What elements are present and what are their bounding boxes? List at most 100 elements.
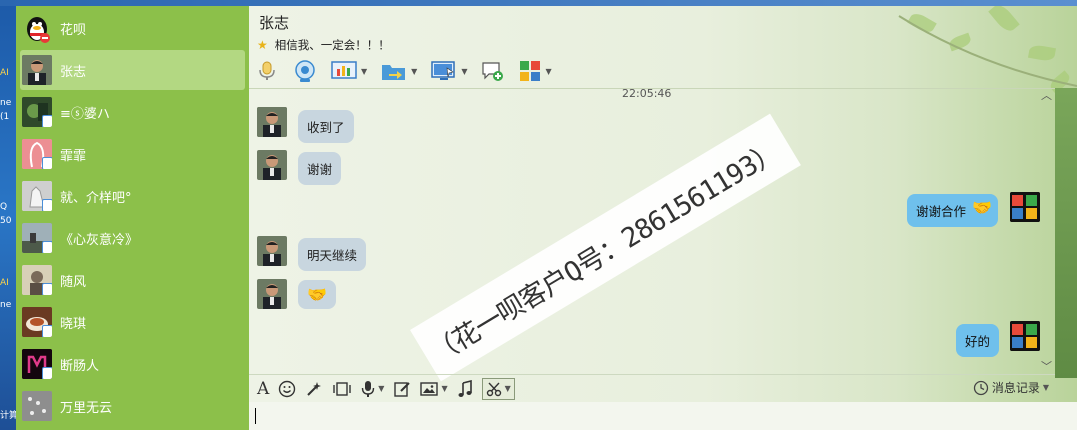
create-discussion-button[interactable] bbox=[481, 59, 505, 83]
signature-text: 相信我、一定会！！！ bbox=[274, 38, 390, 52]
shake-window-button[interactable] bbox=[332, 378, 352, 400]
contact-name: 张志 bbox=[60, 64, 87, 80]
emoji-message-bubble: 🤝 bbox=[298, 280, 336, 309]
sender-avatar[interactable] bbox=[257, 150, 287, 180]
avatar bbox=[22, 55, 52, 85]
avatar bbox=[22, 265, 52, 295]
mobile-status-icon bbox=[42, 199, 52, 211]
chevron-down-icon[interactable]: ▼ bbox=[441, 384, 447, 393]
sender-avatar[interactable] bbox=[257, 279, 287, 309]
video-call-button[interactable] bbox=[293, 59, 317, 83]
contact-item[interactable]: 花呗 bbox=[20, 8, 245, 48]
message-history-button[interactable]: 消息记录 ▼ bbox=[973, 379, 1049, 396]
apps-grid-icon bbox=[520, 61, 541, 81]
add-chat-icon bbox=[482, 62, 504, 81]
remote-desktop-button[interactable]: ▼ bbox=[431, 59, 467, 83]
contact-item[interactable]: 霏霏 bbox=[20, 134, 245, 174]
desktop-label-fragment: 计算 bbox=[0, 411, 16, 421]
message-text: 谢谢合作 bbox=[916, 204, 967, 219]
chevron-down-icon[interactable]: ▼ bbox=[1043, 383, 1049, 392]
magic-emoticon-button[interactable] bbox=[305, 378, 323, 400]
star-icon: ★ bbox=[257, 38, 268, 52]
contact-item[interactable]: 断肠人 bbox=[20, 344, 245, 384]
contact-name: 霏霏 bbox=[60, 148, 87, 164]
side-panel-strip bbox=[1055, 88, 1077, 378]
font-button[interactable]: A bbox=[257, 378, 269, 400]
contact-item[interactable]: 万里无云 bbox=[20, 386, 245, 426]
avatar bbox=[22, 349, 52, 379]
message-timestamp: 22:05:46 bbox=[622, 87, 672, 100]
chevron-down-icon[interactable]: ▼ bbox=[461, 67, 467, 76]
avatar bbox=[22, 97, 52, 127]
desktop-label-fragment: AI bbox=[0, 68, 9, 78]
voice-message-button[interactable]: ▼ bbox=[361, 378, 384, 400]
contact-item-active[interactable]: 张志 bbox=[20, 50, 245, 90]
microphone-icon bbox=[362, 380, 375, 397]
magic-wand-icon bbox=[307, 381, 322, 396]
scissors-icon bbox=[486, 382, 501, 396]
contact-name: 晓琪 bbox=[60, 316, 87, 332]
mobile-status-icon bbox=[42, 157, 52, 169]
contact-name: ≡ⓢ婆ハ bbox=[60, 106, 110, 122]
presentation-chart-icon bbox=[331, 61, 357, 79]
clock-icon bbox=[973, 380, 988, 395]
my-avatar[interactable] bbox=[1010, 192, 1040, 222]
chevron-down-icon[interactable]: ▼ bbox=[361, 67, 367, 76]
avatar bbox=[22, 391, 52, 421]
message-bubble: 收到了 bbox=[298, 110, 354, 143]
contact-item[interactable]: 就、介样吧° bbox=[20, 176, 245, 216]
shake-window-icon bbox=[333, 381, 351, 396]
contact-name: 万里无云 bbox=[60, 400, 113, 416]
handshake-emoji-icon: 🤝 bbox=[972, 198, 993, 217]
contact-item[interactable]: 随风 bbox=[20, 260, 245, 300]
my-avatar[interactable] bbox=[1010, 321, 1040, 351]
my-message-bubble: 谢谢合作 🤝 bbox=[907, 194, 999, 227]
microphone-icon bbox=[259, 61, 275, 80]
mobile-status-icon bbox=[42, 325, 52, 337]
my-message-bubble: 好的 bbox=[956, 324, 1000, 357]
contact-item[interactable]: ≡ⓢ婆ハ bbox=[20, 92, 245, 132]
avatar bbox=[22, 223, 52, 253]
smiley-icon bbox=[279, 380, 296, 397]
edit-button[interactable] bbox=[393, 378, 411, 400]
message-input[interactable] bbox=[249, 402, 1077, 430]
qq-penguin-icon bbox=[22, 13, 52, 43]
message-bubble: 明天继续 bbox=[298, 238, 367, 271]
apps-menu-button[interactable]: ▼ bbox=[519, 59, 552, 83]
image-icon bbox=[420, 381, 439, 396]
remote-desktop-icon bbox=[431, 61, 456, 80]
chevron-down-icon[interactable]: ▼ bbox=[378, 384, 384, 393]
send-image-button[interactable]: ▼ bbox=[420, 378, 448, 400]
folder-send-icon bbox=[382, 65, 406, 80]
music-button[interactable] bbox=[457, 378, 473, 400]
desktop-label-fragment: (1 bbox=[0, 112, 10, 122]
collapse-up-icon[interactable]: ︿ bbox=[1041, 87, 1052, 103]
contact-name: 随风 bbox=[60, 274, 87, 290]
chevron-down-icon[interactable]: ▼ bbox=[411, 67, 417, 76]
screenshot-button[interactable]: ▼ bbox=[481, 377, 515, 400]
contact-name: 《心灰意冷》 bbox=[60, 232, 139, 248]
mobile-status-icon bbox=[42, 283, 52, 295]
contact-name: 断肠人 bbox=[60, 358, 100, 374]
emoji-button[interactable] bbox=[278, 378, 296, 400]
text-cursor bbox=[255, 408, 256, 424]
chevron-down-icon[interactable]: ▼ bbox=[545, 67, 551, 76]
edit-pen-icon bbox=[394, 381, 411, 397]
remote-presentation-button[interactable]: ▼ bbox=[331, 59, 367, 83]
mobile-status-icon bbox=[42, 241, 52, 253]
chevron-down-icon[interactable]: ▼ bbox=[505, 384, 511, 393]
handshake-emoji-icon: 🤝 bbox=[307, 285, 327, 304]
voice-call-button[interactable] bbox=[257, 59, 277, 83]
avatar bbox=[22, 139, 52, 169]
music-note-icon bbox=[458, 379, 472, 397]
contact-item[interactable]: 晓琪 bbox=[20, 302, 245, 342]
file-transfer-button[interactable]: ▼ bbox=[381, 59, 417, 83]
avatar bbox=[22, 181, 52, 211]
contact-list: 花呗 张志 ≡ⓢ婆ハ 霏霏 就、介样吧° 《心灰意冷》 随风 晓琪 断肠人 万里… bbox=[16, 6, 249, 430]
contact-name: 就、介样吧° bbox=[60, 190, 132, 206]
sender-avatar[interactable] bbox=[257, 236, 287, 266]
sender-avatar[interactable] bbox=[257, 107, 287, 137]
collapse-down-icon[interactable]: ﹀ bbox=[1041, 358, 1052, 374]
chat-title: 张志 bbox=[259, 14, 290, 32]
contact-item[interactable]: 《心灰意冷》 bbox=[20, 218, 245, 258]
